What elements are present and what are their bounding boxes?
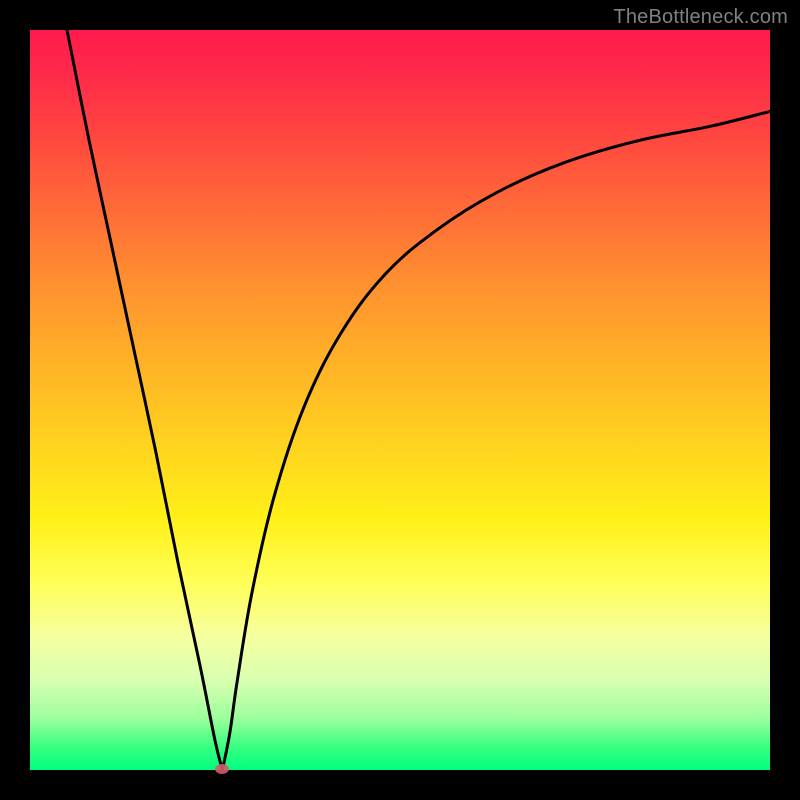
chart-frame: TheBottleneck.com: [0, 0, 800, 800]
curve-right: [222, 111, 770, 770]
plot-area: [30, 30, 770, 770]
watermark-text: TheBottleneck.com: [613, 6, 788, 29]
curve-left: [67, 30, 222, 770]
bottleneck-curve: [30, 30, 770, 770]
minimum-marker: [215, 764, 229, 774]
